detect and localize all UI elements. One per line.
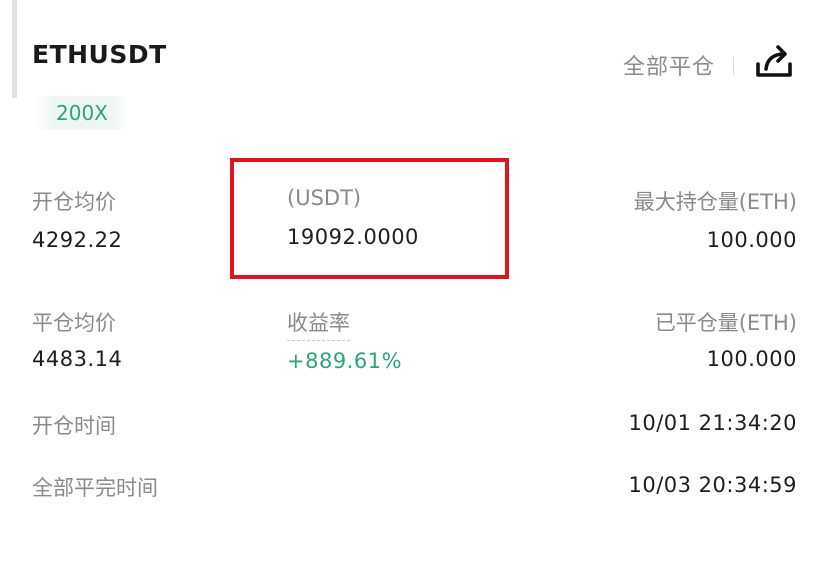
max-position-value: 100.000 (706, 228, 797, 252)
share-icon[interactable] (752, 42, 796, 82)
full-close-time-label: 全部平完时间 (32, 476, 158, 500)
symbol-title: ETHUSDT (32, 40, 167, 69)
open-time-label: 开仓时间 (32, 414, 116, 438)
open-time-value: 10/01 21:34:20 (628, 411, 797, 435)
leverage-badge: 200X (36, 96, 128, 130)
highlight-annotation-box (230, 158, 509, 279)
close-avg-price-label: 平仓均价 (32, 311, 116, 335)
open-avg-price-value: 4292.22 (32, 228, 123, 252)
header-divider (733, 57, 734, 75)
open-avg-price-label: 开仓均价 (32, 190, 116, 214)
close-all-button[interactable]: 全部平仓 (623, 49, 715, 81)
close-avg-price-value: 4483.14 (32, 347, 123, 371)
position-detail-card: ETHUSDT 200X 全部平仓 开仓均价 4292.22 (USDT) 19… (0, 0, 829, 561)
closed-qty-label: 已平仓量(ETH) (654, 311, 797, 335)
max-position-label: 最大持仓量(ETH) (633, 190, 797, 214)
roi-label[interactable]: 收益率 (287, 307, 350, 341)
left-accent-bar (12, 0, 17, 98)
roi-value: +889.61% (287, 349, 403, 373)
full-close-time-value: 10/03 20:34:59 (628, 473, 797, 497)
closed-qty-value: 100.000 (706, 347, 797, 371)
